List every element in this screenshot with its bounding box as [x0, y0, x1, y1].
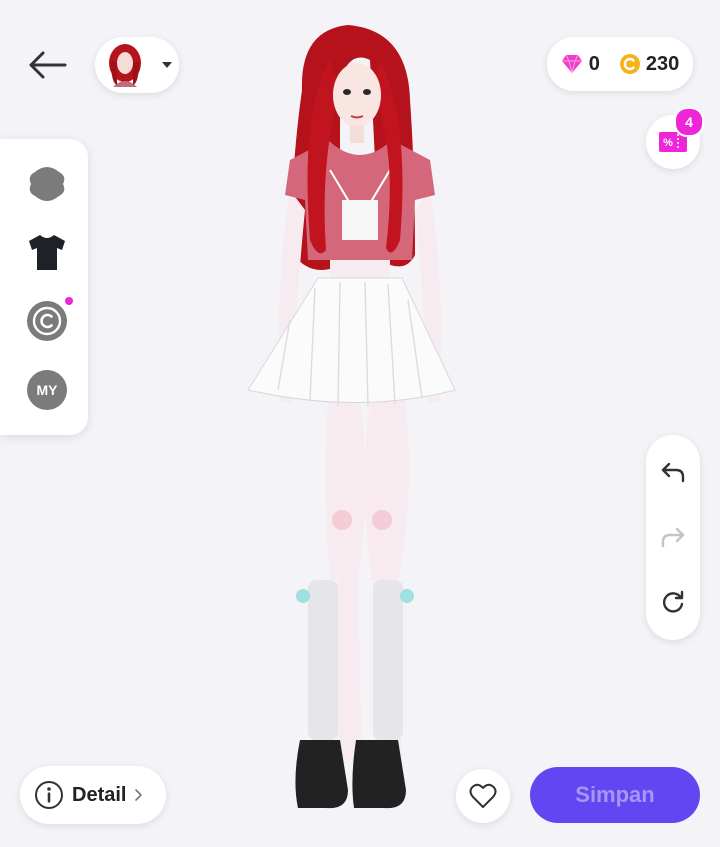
arrow-left-icon — [29, 51, 67, 79]
left-sock — [308, 580, 338, 740]
avatar-thumbnail — [109, 44, 141, 87]
my-label: MY — [27, 370, 67, 410]
back-button[interactable] — [22, 45, 72, 85]
category-face[interactable] — [25, 162, 69, 206]
redo-button[interactable] — [646, 512, 700, 562]
svg-text:%: % — [663, 137, 673, 149]
coin-count: 230 — [645, 52, 680, 75]
currency-display[interactable]: 0 230 — [547, 37, 693, 91]
right-sock — [373, 580, 403, 740]
left-shoe — [295, 740, 348, 809]
new-indicator-dot — [65, 297, 73, 305]
avatar-character — [247, 25, 456, 809]
detail-button[interactable]: Detail — [20, 766, 166, 824]
category-panel: MY — [0, 139, 88, 435]
tshirt-icon — [29, 235, 65, 270]
coupon-button[interactable]: % 4 — [646, 107, 704, 169]
coupon-count-badge: 4 — [674, 107, 704, 137]
category-clothes[interactable] — [25, 230, 69, 274]
chevron-right-icon — [135, 789, 143, 801]
heart-icon — [469, 783, 497, 808]
category-my[interactable]: MY — [25, 368, 69, 412]
redo-icon — [661, 527, 685, 548]
diamond-icon — [561, 54, 582, 74]
undo-button[interactable] — [646, 447, 700, 497]
detail-label: Detail — [72, 783, 127, 806]
reset-button[interactable] — [646, 577, 700, 627]
favorite-button[interactable] — [456, 769, 510, 823]
history-controls — [646, 435, 700, 640]
right-shoe — [352, 740, 406, 809]
avatar-switcher[interactable] — [95, 37, 179, 93]
category-creator[interactable] — [25, 297, 73, 343]
gem-count: 0 — [588, 52, 600, 75]
coin-icon — [619, 54, 640, 74]
refresh-icon — [662, 590, 684, 613]
copyright-icon — [27, 301, 67, 341]
head-icon — [29, 167, 65, 201]
info-icon — [35, 781, 63, 809]
undo-icon — [661, 462, 685, 483]
save-button[interactable]: Simpan — [530, 767, 700, 823]
caret-down-icon — [162, 62, 172, 68]
